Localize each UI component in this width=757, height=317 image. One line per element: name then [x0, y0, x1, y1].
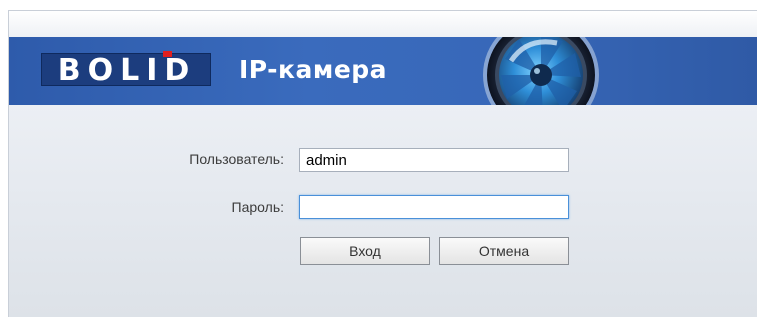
username-input[interactable] [299, 148, 569, 172]
product-title: IP-камера [239, 55, 388, 84]
username-label: Пользователь: [189, 151, 284, 167]
cancel-button[interactable]: Отмена [439, 237, 569, 265]
password-label: Пароль: [231, 199, 284, 215]
password-input[interactable] [299, 195, 569, 219]
login-button[interactable]: Вход [300, 237, 430, 265]
logo-accent-mark [163, 51, 172, 57]
login-panel: BOLID IP-камера Пользователь: admin Паро… [8, 10, 757, 317]
logo-text: BOLID [57, 53, 197, 88]
header-banner: BOLID IP-камера [9, 37, 757, 105]
camera-lens-icon [483, 37, 599, 105]
top-strip [9, 11, 757, 37]
bolid-logo: BOLID [41, 51, 211, 88]
